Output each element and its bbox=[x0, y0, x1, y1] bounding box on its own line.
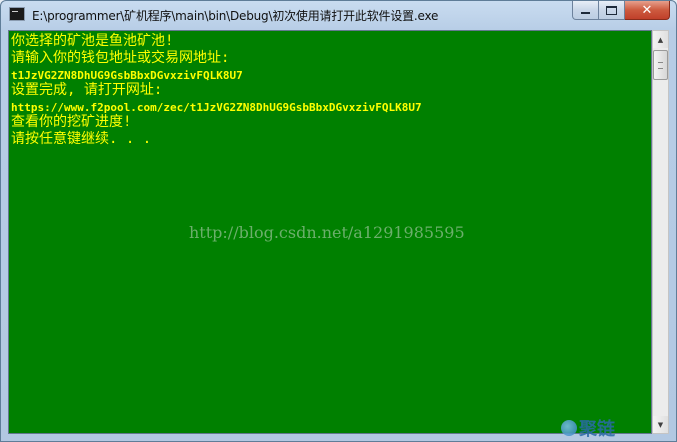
vertical-scrollbar[interactable]: ▲ ▼ bbox=[652, 30, 669, 434]
console-line-press-any-key: 请按任意键继续. . . bbox=[11, 131, 152, 147]
close-icon: ✕ bbox=[641, 2, 653, 18]
console-line-setup-complete: 设置完成, 请打开网址: bbox=[11, 82, 163, 98]
console-line-pool-selected: 你选择的矿池是鱼池矿池! bbox=[11, 33, 174, 49]
logo-text: 聚链 bbox=[579, 419, 615, 440]
blog-watermark: http://blog.csdn.net/a1291985595 bbox=[189, 223, 465, 242]
console-app-icon bbox=[9, 7, 25, 21]
title-bar[interactable]: E:\programmer\矿机程序\main\bin\Debug\初次使用请打… bbox=[1, 1, 676, 29]
logo-icon bbox=[561, 420, 577, 436]
scrollbar-thumb[interactable] bbox=[653, 50, 668, 80]
scroll-up-button[interactable]: ▲ bbox=[653, 31, 668, 48]
window-title: E:\programmer\矿机程序\main\bin\Debug\初次使用请打… bbox=[32, 9, 439, 23]
console-output[interactable]: 你选择的矿池是鱼池矿池! 请输入你的钱包地址或交易网地址: t1JzVG2ZN8… bbox=[8, 30, 652, 434]
console-line-check-progress: 查看你的挖矿进度! bbox=[11, 114, 132, 130]
scroll-down-button[interactable]: ▼ bbox=[653, 416, 668, 433]
maximize-icon bbox=[606, 5, 617, 15]
maximize-button[interactable] bbox=[599, 1, 625, 20]
console-line-wallet-prompt: 请输入你的钱包地址或交易网地址: bbox=[11, 50, 230, 66]
minimize-button[interactable] bbox=[572, 1, 599, 20]
close-button[interactable]: ✕ bbox=[625, 1, 670, 20]
console-window: E:\programmer\矿机程序\main\bin\Debug\初次使用请打… bbox=[0, 0, 677, 442]
corner-watermark-logo: 聚链 bbox=[561, 415, 615, 441]
window-controls: ✕ bbox=[572, 1, 670, 21]
minimize-icon bbox=[581, 12, 590, 14]
